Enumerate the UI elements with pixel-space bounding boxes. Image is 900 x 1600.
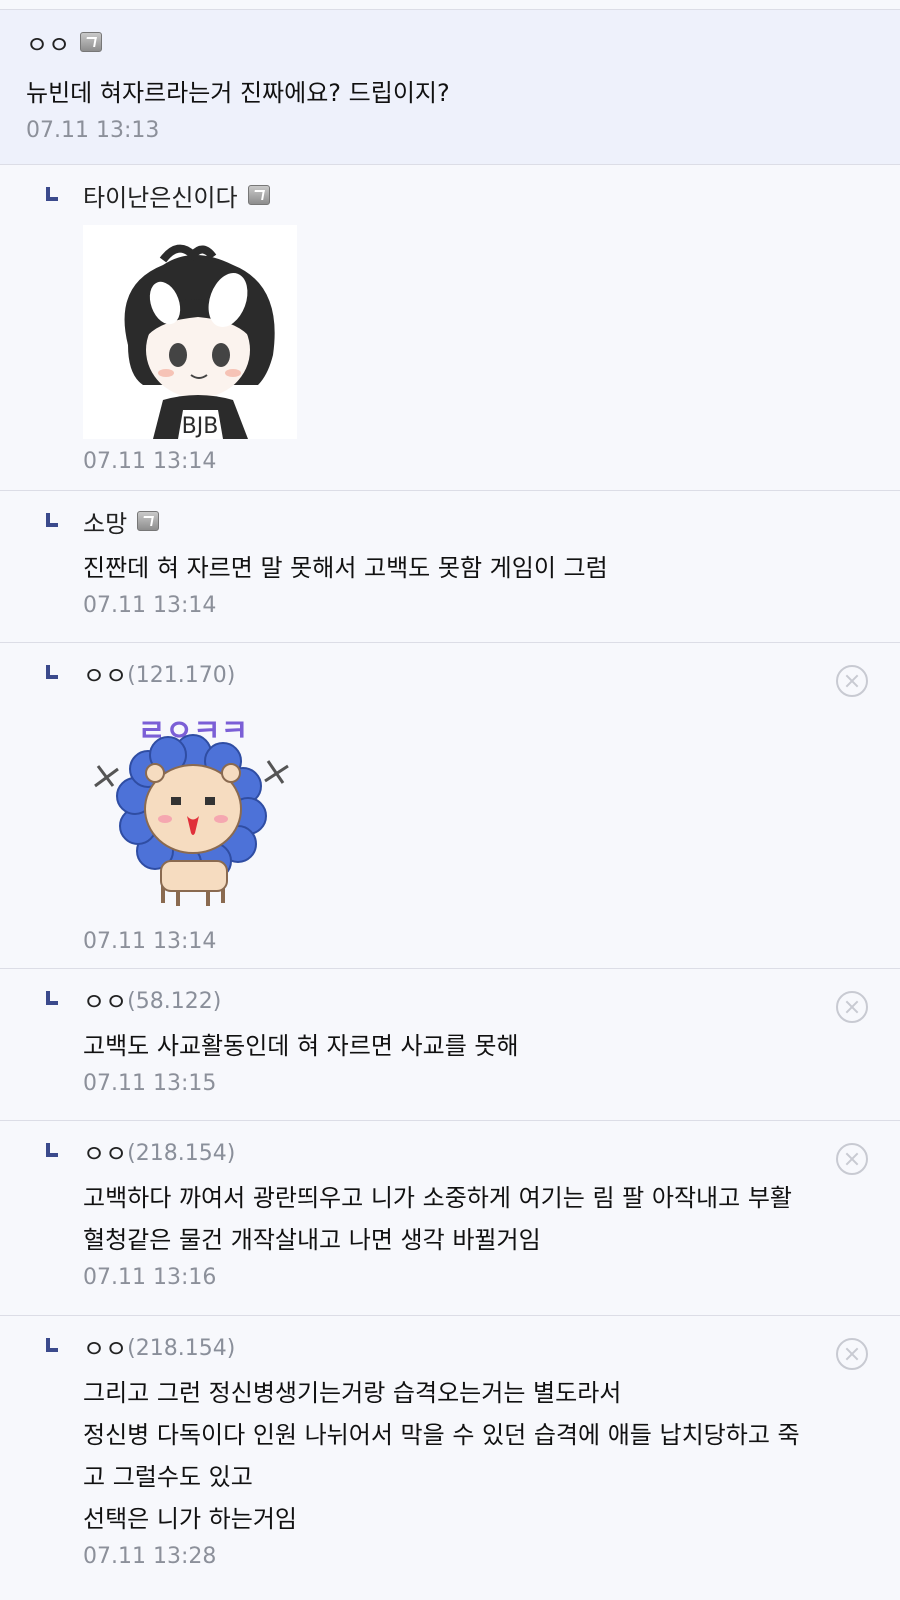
reply-arrow-icon — [46, 1338, 58, 1352]
comment-time: 07.11 13:13 — [26, 118, 160, 143]
top-divider — [0, 0, 900, 10]
delete-icon[interactable] — [836, 665, 868, 697]
reply-comment: ㅇㅇ (58.122) 고백도 사교활동인데 혀 자르면 사교를 못해 07.11… — [0, 969, 900, 1121]
nick-label: 소망 — [83, 510, 128, 538]
reply-arrow-icon — [46, 187, 58, 201]
reply-time: 07.11 13:14 — [83, 593, 217, 618]
comment-text: 뉴빈데 혀자르라는거 진짜에요? 드립이지? — [26, 79, 450, 107]
reply-text-line: 혈청같은 물건 개작살내고 나면 생각 바뀔거임 — [83, 1226, 541, 1254]
reply-text-line: 선택은 니가 하는거임 — [83, 1505, 297, 1533]
reply-nick[interactable]: 소망 — [83, 507, 900, 541]
reply-nick[interactable]: ㅇㅇ (58.122) — [83, 985, 900, 1019]
reply-nick[interactable]: 타이난은신이다 — [83, 181, 900, 215]
nick-label: ㅇㅇ — [83, 662, 128, 690]
svg-text:BJB: BJB — [182, 414, 219, 439]
ip-label: (218.154) — [127, 1141, 236, 1166]
fixed-member-icon — [137, 511, 160, 531]
ip-label: (121.170) — [127, 663, 236, 688]
nick-label: 타이난은신이다 — [83, 184, 238, 212]
ip-label: (218.154) — [127, 1336, 236, 1361]
chibi-character-sticker: BJB — [83, 225, 297, 439]
reply-time: 07.11 13:15 — [83, 1071, 217, 1096]
comment-nick[interactable]: ㅇㅇ — [26, 28, 874, 62]
reply-text: 진짠데 혀 자르면 말 못해서 고백도 못함 게임이 그럼 — [83, 554, 608, 582]
fixed-member-icon — [80, 32, 103, 52]
delete-icon[interactable] — [836, 1143, 868, 1175]
nick-label: ㅇㅇ — [83, 988, 128, 1016]
reply-time: 07.11 13:16 — [83, 1265, 217, 1290]
reply-nick[interactable]: ㅇㅇ (218.154) — [83, 1332, 900, 1366]
reply-arrow-icon — [46, 991, 58, 1005]
reply-text-line: 고백하다 까여서 광란띄우고 니가 소중하게 여기는 림 팔 아작내고 부활 — [83, 1184, 792, 1212]
reply-nick[interactable]: ㅇㅇ (121.170) — [83, 659, 900, 693]
reply-comment: 타이난은신이다 BJB 07.11 13:14 — [0, 165, 900, 491]
nick-label: ㅇㅇ — [26, 31, 71, 59]
reply-comment: ㅇㅇ (218.154) 그리고 그런 정신병생기는거랑 습격오는거는 별도라서 … — [0, 1316, 900, 1586]
ip-label: (58.122) — [127, 989, 222, 1014]
delete-icon[interactable] — [836, 1338, 868, 1370]
reply-arrow-icon — [46, 513, 58, 527]
main-comment: ㅇㅇ 뉴빈데 혀자르라는거 진짜에요? 드립이지? 07.11 13:13 — [0, 10, 900, 165]
lion-sticker: ㄹㅇㅋㅋ — [94, 714, 289, 906]
nick-label: ㅇㅇ — [83, 1140, 128, 1168]
reply-text: 고백도 사교활동인데 혀 자르면 사교를 못해 — [83, 1032, 519, 1060]
reply-time: 07.11 13:28 — [83, 1544, 217, 1569]
reply-comment: 소망 진짠데 혀 자르면 말 못해서 고백도 못함 게임이 그럼 07.11 1… — [0, 491, 900, 643]
reply-text-line: 그리고 그런 정신병생기는거랑 습격오는거는 별도라서 — [83, 1379, 622, 1407]
reply-arrow-icon — [46, 665, 58, 679]
reply-nick[interactable]: ㅇㅇ (218.154) — [83, 1137, 900, 1171]
reply-time: 07.11 13:14 — [83, 929, 217, 954]
reply-arrow-icon — [46, 1143, 58, 1157]
reply-text-line: 정신병 다독이다 인원 나뉘어서 막을 수 있던 습격에 애들 납치당하고 죽 — [83, 1421, 800, 1449]
reply-comment: ㅇㅇ (121.170) ㄹㅇㅋㅋ 07.11 13:14 — [0, 643, 900, 969]
delete-icon[interactable] — [836, 991, 868, 1023]
reply-comment: ㅇㅇ (218.154) 고백하다 까여서 광란띄우고 니가 소중하게 여기는 림… — [0, 1121, 900, 1316]
reply-text-line: 고 그럴수도 있고 — [83, 1463, 253, 1491]
fixed-member-icon — [247, 185, 270, 205]
reply-time: 07.11 13:14 — [83, 449, 217, 474]
nick-label: ㅇㅇ — [83, 1335, 128, 1363]
